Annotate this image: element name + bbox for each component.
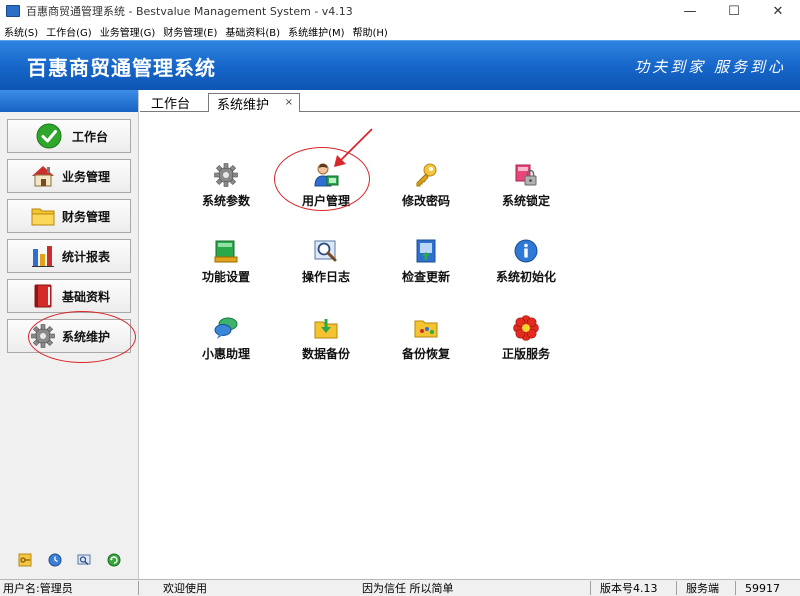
tile-label: 备份恢复 — [401, 347, 450, 361]
tile-label: 检查更新 — [401, 270, 450, 284]
sidebar-item-label: 统计报表 — [62, 249, 111, 264]
restore-icon — [413, 315, 439, 341]
sidebar-item-finance[interactable]: 财务管理 — [7, 199, 131, 233]
sidebar-item-label: 财务管理 — [62, 209, 111, 224]
maximize-button[interactable]: ☐ — [712, 0, 756, 22]
status-version: 版本号4.13 — [600, 582, 658, 595]
search-icon[interactable] — [77, 553, 91, 567]
minimize-button[interactable]: — — [668, 0, 712, 22]
header-banner: 百惠商贸通管理系统 功夫到家 服务到心 — [0, 40, 800, 90]
app-icon — [6, 5, 20, 17]
tile-label: 修改密码 — [401, 194, 450, 208]
tab-workbench[interactable]: 工作台 — [151, 93, 190, 112]
tile-system-init[interactable]: 系统初始化 — [481, 238, 571, 290]
tab-label: 系统维护 — [217, 97, 270, 113]
sidebar-item-label: 系统维护 — [62, 329, 111, 344]
window-title: 百惠商贸通管理系统 - Bestvalue Management System … — [26, 5, 353, 18]
tile-check-update[interactable]: 检查更新 — [381, 238, 471, 290]
tile-label: 系统初始化 — [495, 270, 556, 284]
status-separator — [590, 581, 591, 595]
tile-label: 系统参数 — [201, 194, 250, 208]
maintenance-panel: 系统参数 用户管理 修改密码 系统锁定 功能设置 操作日志 检查更新 系统初始化… — [140, 112, 800, 579]
tab-strip: 工作台 系统维护 × — [140, 90, 800, 113]
sidebar: 工作台 业务管理 财务管理 统计报表 基础资料 系统维护 — [0, 90, 139, 579]
tile-system-params[interactable]: 系统参数 — [181, 162, 271, 214]
magnifier-icon — [313, 238, 339, 264]
tile-feature-settings[interactable]: 功能设置 — [181, 238, 271, 290]
status-motto: 因为信任 所以简单 — [362, 582, 454, 595]
tile-assistant[interactable]: 小惠助理 — [181, 315, 271, 367]
check-icon — [36, 123, 62, 149]
sidebar-header — [0, 90, 138, 112]
sidebar-item-basic-data[interactable]: 基础资料 — [7, 279, 131, 313]
menu-help[interactable]: 帮助(H) — [353, 24, 388, 39]
tile-label: 正版服务 — [501, 347, 550, 361]
status-port: 59917 — [745, 581, 780, 595]
info-icon — [513, 238, 539, 264]
key-icon — [413, 162, 439, 188]
status-bar: 用户名:管理员 欢迎使用 因为信任 所以简单 版本号4.13 服务端 59917 — [0, 579, 800, 596]
sidebar-item-label: 业务管理 — [62, 169, 111, 184]
sidebar-item-reports[interactable]: 统计报表 — [7, 239, 131, 273]
tile-operation-log[interactable]: 操作日志 — [281, 238, 371, 290]
brand-title: 百惠商贸通管理系统 — [27, 56, 216, 80]
tile-backup-restore[interactable]: 备份恢复 — [381, 315, 471, 367]
module-icon — [213, 238, 239, 264]
close-button[interactable]: ✕ — [756, 0, 800, 22]
tab-close-icon[interactable]: × — [285, 97, 293, 108]
refresh-icon[interactable] — [107, 553, 121, 567]
tile-label: 小惠助理 — [201, 347, 250, 361]
status-separator — [138, 581, 139, 595]
lock-icon — [513, 162, 539, 188]
status-welcome: 欢迎使用 — [163, 582, 207, 595]
title-bar: 百惠商贸通管理系统 - Bestvalue Management System … — [0, 0, 800, 22]
sidebar-toolbar — [0, 553, 139, 567]
sidebar-item-workbench[interactable]: 工作台 — [7, 119, 131, 153]
backup-icon — [313, 315, 339, 341]
flower-icon — [513, 315, 539, 341]
menu-finance[interactable]: 财务管理(E) — [163, 24, 217, 39]
sidebar-item-maintenance[interactable]: 系统维护 — [7, 319, 131, 353]
tile-label: 功能设置 — [201, 270, 250, 284]
tile-label: 操作日志 — [301, 270, 350, 284]
brand-slogan: 功夫到家 服务到心 — [634, 58, 786, 76]
clock-icon[interactable] — [48, 553, 62, 567]
tile-genuine-service[interactable]: 正版服务 — [481, 315, 571, 367]
sidebar-item-label: 工作台 — [72, 129, 109, 144]
bar-chart-icon — [30, 243, 56, 269]
app-window: 百惠商贸通管理系统 - Bestvalue Management System … — [0, 0, 800, 596]
chat-icon — [213, 315, 239, 341]
annotation-arrow — [334, 128, 373, 167]
gear-icon — [213, 162, 239, 188]
window-controls: — ☐ ✕ — [668, 0, 800, 22]
key-icon[interactable] — [18, 553, 32, 567]
status-separator — [676, 581, 677, 595]
book-icon — [30, 283, 56, 309]
menu-maintenance[interactable]: 系统维护(M) — [288, 24, 344, 39]
update-icon — [413, 238, 439, 264]
tile-label: 数据备份 — [301, 347, 350, 361]
gear-icon — [30, 323, 56, 349]
menu-workbench[interactable]: 工作台(G) — [46, 24, 92, 39]
tile-label: 系统锁定 — [501, 194, 550, 208]
sidebar-item-label: 基础资料 — [62, 289, 111, 304]
menu-business[interactable]: 业务管理(G) — [100, 24, 156, 39]
tile-label: 用户管理 — [301, 194, 350, 208]
menu-basic-data[interactable]: 基础资料(B) — [225, 24, 280, 39]
menu-system[interactable]: 系统(S) — [4, 24, 38, 39]
house-icon — [30, 163, 56, 189]
tile-data-backup[interactable]: 数据备份 — [281, 315, 371, 367]
status-separator — [735, 581, 736, 595]
sidebar-item-business[interactable]: 业务管理 — [7, 159, 131, 193]
tab-maintenance[interactable]: 系统维护 × — [208, 93, 300, 113]
status-user: 用户名:管理员 — [3, 582, 73, 595]
status-server: 服务端 — [686, 582, 719, 595]
tile-change-password[interactable]: 修改密码 — [381, 162, 471, 214]
menu-bar: 系统(S) 工作台(G) 业务管理(G) 财务管理(E) 基础资料(B) 系统维… — [0, 22, 800, 40]
folder-icon — [30, 203, 56, 229]
tile-system-lock[interactable]: 系统锁定 — [481, 162, 571, 214]
